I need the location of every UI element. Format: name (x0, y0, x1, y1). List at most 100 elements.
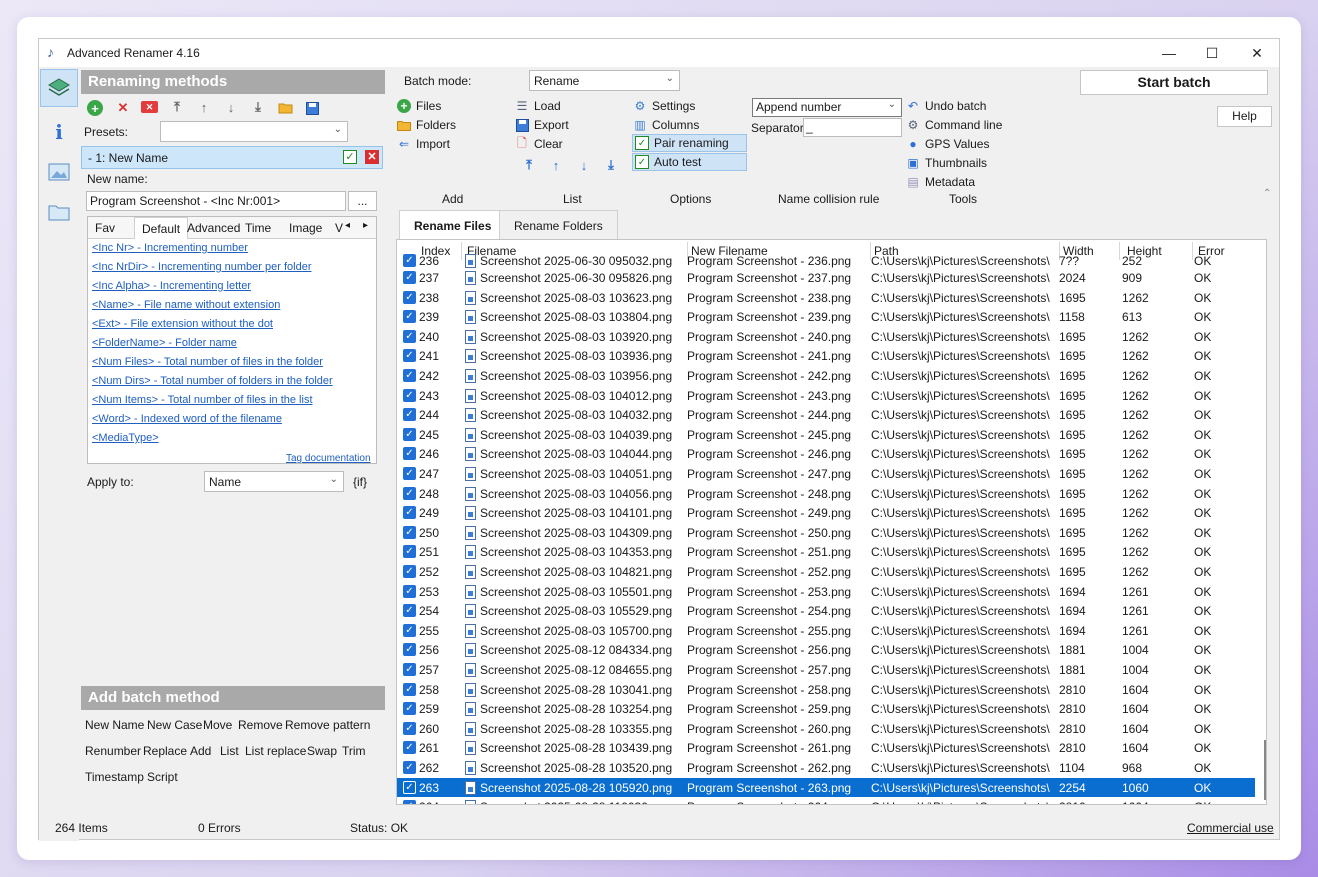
move-bottom-icon[interactable]: ⤓ (250, 99, 266, 115)
batch-list[interactable]: List (220, 744, 239, 758)
vertical-scrollbar-thumb[interactable] (1264, 740, 1266, 800)
table-row[interactable]: ✓ 244 Screenshot 2025-08-03 104032.png Prog… (397, 405, 1255, 424)
method-remove-icon[interactable]: ✕ (365, 150, 379, 164)
add-method-icon[interactable]: + (87, 100, 103, 116)
tag-picker-button[interactable]: ... (348, 191, 377, 211)
batch-script[interactable]: Script (147, 770, 178, 784)
metadata-button[interactable]: ▤ Metadata (906, 173, 975, 191)
row-checkbox[interactable]: ✓ (403, 329, 416, 343)
row-checkbox[interactable]: ✓ (403, 369, 416, 382)
row-checkbox[interactable]: ✓ (403, 486, 416, 500)
clear-methods-icon[interactable]: ✕ (141, 101, 158, 113)
row-checkbox[interactable]: ✓ (403, 584, 416, 598)
batch-new-case[interactable]: New Case (147, 718, 202, 732)
batch-remove[interactable]: Remove (238, 718, 283, 732)
delete-method-icon[interactable]: ✕ (115, 100, 131, 116)
tabs-scroll-left-icon[interactable]: ◂ (341, 217, 354, 239)
row-checkbox[interactable]: ✓ (403, 545, 416, 559)
row-checkbox[interactable]: ✓ (403, 254, 416, 267)
row-checkbox[interactable]: ✓ (403, 663, 416, 676)
batch-replace[interactable]: Replace (143, 744, 187, 758)
tag-num-files[interactable]: <Num Files> - Total number of files in t… (92, 356, 323, 368)
row-checkbox[interactable]: ✓ (403, 741, 416, 755)
table-row[interactable]: ✓ 256 Screenshot 2025-08-12 084334.png Prog… (397, 640, 1255, 659)
table-row[interactable]: ✓ 247 Screenshot 2025-08-03 104051.png Prog… (397, 464, 1255, 483)
rail-info-button[interactable]: i (40, 113, 78, 151)
tag-name[interactable]: <Name> - File name without extension (92, 299, 280, 311)
load-list-button[interactable]: ☰ Load (515, 97, 561, 115)
tag-num-items[interactable]: <Num Items> - Total number of files in t… (92, 394, 313, 406)
table-row[interactable]: ✓ 257 Screenshot 2025-08-12 084655.png Prog… (397, 660, 1255, 679)
row-checkbox[interactable]: ✓ (403, 643, 416, 657)
table-row[interactable]: ✓264 Screenshot 2025-08-28 110030.png Prog… (397, 797, 1255, 804)
table-row[interactable]: ✓ 243 Screenshot 2025-08-03 104012.png Prog… (397, 386, 1255, 405)
maximize-button[interactable]: ☐ (1189, 39, 1235, 67)
tag-inc-alpha[interactable]: <Inc Alpha> - Incrementing letter (92, 280, 251, 292)
gps-values-button[interactable]: ● GPS Values (906, 135, 989, 153)
row-checkbox[interactable]: ✓ (403, 800, 416, 804)
command-line-button[interactable]: ⚙ Command line (906, 116, 1003, 134)
tag-mediatype[interactable]: <MediaType> (92, 432, 159, 444)
tag-num-dirs[interactable]: <Num Dirs> - Total number of folders in … (92, 375, 333, 387)
tabs-scroll-right-icon[interactable]: ▸ (359, 217, 372, 239)
import-button[interactable]: ⇐ Import (397, 135, 450, 153)
batch-add[interactable]: Add (190, 744, 211, 758)
row-checkbox[interactable]: ✓ (403, 310, 416, 324)
collapse-toolbar-icon[interactable]: ⌃ (1263, 188, 1271, 199)
auto-test-toggle[interactable]: ✓ Auto test (632, 153, 747, 171)
table-row[interactable]: ✓ 254 Screenshot 2025-08-03 105529.png Prog… (397, 601, 1255, 620)
row-checkbox[interactable]: ✓ (403, 506, 416, 520)
tab-rename-folders[interactable]: Rename Folders (499, 210, 618, 240)
tag-inc-nrdir[interactable]: <Inc NrDir> - Incrementing number per fo… (92, 261, 311, 273)
table-row[interactable]: ✓ 250 Screenshot 2025-08-03 104309.png Prog… (397, 523, 1255, 542)
batch-timestamp[interactable]: Timestamp (85, 770, 144, 784)
table-row[interactable]: ✓ 242 Screenshot 2025-08-03 103956.png Prog… (397, 366, 1255, 385)
table-row[interactable]: ✓ 263 Screenshot 2025-08-28 105920.png Prog… (397, 777, 1255, 797)
table-row[interactable]: ✓ 249 Screenshot 2025-08-03 104101.png Prog… (397, 503, 1255, 522)
separator-input[interactable]: _ (803, 118, 902, 137)
rail-image-button[interactable] (40, 153, 78, 191)
row-checkbox[interactable]: ✓ (403, 408, 416, 422)
row-checkbox[interactable]: ✓ (403, 525, 416, 539)
table-row[interactable]: ✓ 239 Screenshot 2025-08-03 103804.png Prog… (397, 307, 1255, 326)
tab-fav[interactable]: Fav (88, 217, 122, 239)
table-row[interactable]: ✓ 255 Screenshot 2025-08-03 105700.png Prog… (397, 621, 1255, 640)
table-row[interactable]: ✓ 241 Screenshot 2025-08-03 103936.png Prog… (397, 346, 1255, 365)
row-checkbox[interactable]: ✓ (403, 565, 416, 578)
settings-button[interactable]: ⚙ Settings (633, 97, 696, 115)
presets-dropdown[interactable]: ⌄ (160, 121, 348, 142)
table-row[interactable]: ✓ 240 Screenshot 2025-08-03 103920.png Prog… (397, 327, 1255, 346)
table-row[interactable]: ✓ 238 Screenshot 2025-08-03 103623.png Prog… (397, 288, 1255, 307)
tag-documentation-link[interactable]: Tag documentation (286, 453, 371, 464)
row-checkbox[interactable]: ✓ (403, 780, 416, 794)
collision-rule-dropdown[interactable]: Append number ⌄ (752, 98, 902, 117)
table-row[interactable]: ✓ 246 Screenshot 2025-08-03 104044.png Prog… (397, 444, 1255, 463)
batch-remove-pattern[interactable]: Remove pattern (285, 718, 370, 732)
new-name-input[interactable]: Program Screenshot - <Inc Nr:001> (86, 191, 346, 211)
batch-trim[interactable]: Trim (342, 744, 366, 758)
table-row[interactable]: ✓ 262 Screenshot 2025-08-28 103520.png Prog… (397, 758, 1255, 777)
table-row[interactable]: ✓ 260 Screenshot 2025-08-28 103355.png Prog… (397, 719, 1255, 738)
batch-swap[interactable]: Swap (307, 744, 337, 758)
tab-image[interactable]: Image (282, 217, 329, 239)
row-checkbox[interactable]: ✓ (403, 447, 416, 461)
undo-batch-button[interactable]: ↶ Undo batch (906, 97, 986, 115)
save-icon[interactable] (304, 100, 320, 116)
table-row[interactable]: ✓ 245 Screenshot 2025-08-03 104039.png Prog… (397, 425, 1255, 444)
rail-methods-button[interactable] (40, 69, 78, 107)
table-row[interactable]: ✓ 253 Screenshot 2025-08-03 105501.png Prog… (397, 582, 1255, 601)
list-move-up-icon[interactable]: ↑ (548, 157, 564, 173)
columns-button[interactable]: ▥ Columns (633, 116, 699, 134)
row-checkbox[interactable]: ✓ (403, 467, 416, 480)
batch-new-name[interactable]: New Name (85, 718, 144, 732)
start-batch-button[interactable]: Start batch (1080, 70, 1268, 95)
row-checkbox[interactable]: ✓ (403, 702, 416, 716)
table-row[interactable]: ✓ 237 Screenshot 2025-06-30 095826.png Prog… (397, 268, 1255, 287)
row-checkbox[interactable]: ✓ (403, 271, 416, 284)
tag-ext[interactable]: <Ext> - File extension without the dot (92, 318, 273, 330)
table-row[interactable]: ✓ 252 Screenshot 2025-08-03 104821.png Prog… (397, 562, 1255, 581)
add-files-button[interactable]: + Files (397, 97, 441, 115)
add-folders-button[interactable]: Folders (397, 116, 456, 134)
method-item-new-name[interactable]: - 1: New Name ✓ ✕ (81, 146, 383, 169)
table-row[interactable]: ✓ 251 Screenshot 2025-08-03 104353.png Prog… (397, 542, 1255, 561)
